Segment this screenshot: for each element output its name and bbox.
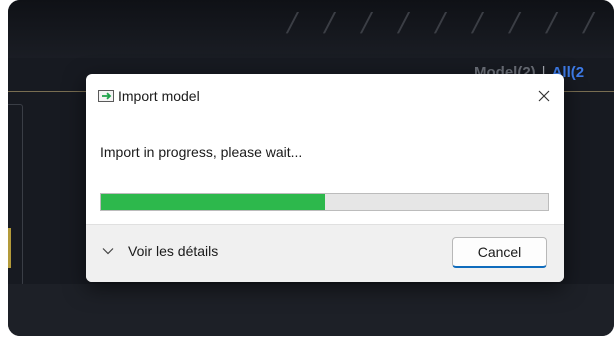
chevron-down-icon <box>102 248 114 255</box>
progress-bar-fill <box>101 194 325 210</box>
side-panel-accent <box>8 228 11 268</box>
close-icon <box>538 90 550 102</box>
decorative-waveform: / / / / / / / / / / <box>284 8 614 38</box>
close-button[interactable] <box>530 82 558 110</box>
app-window: / / / / / / / / / / Model(2) | All(2 Impor… <box>8 0 614 336</box>
details-toggle-label: Voir les détails <box>128 243 219 259</box>
import-progress-bar <box>100 193 549 211</box>
import-arrow-icon <box>98 90 114 102</box>
dialog-footer: Voir les détails Cancel <box>86 224 564 282</box>
status-message: Import in progress, please wait... <box>100 144 303 160</box>
details-toggle[interactable]: Voir les détails <box>102 243 218 259</box>
app-header-band: / / / / / / / / / / <box>8 0 614 58</box>
dialog-title: Import model <box>118 88 200 104</box>
cancel-button[interactable]: Cancel <box>452 237 547 268</box>
dialog-titlebar[interactable]: Import model <box>86 74 564 118</box>
app-lower-area <box>8 284 614 336</box>
import-dialog: Import model Import in progress, please … <box>86 74 564 282</box>
